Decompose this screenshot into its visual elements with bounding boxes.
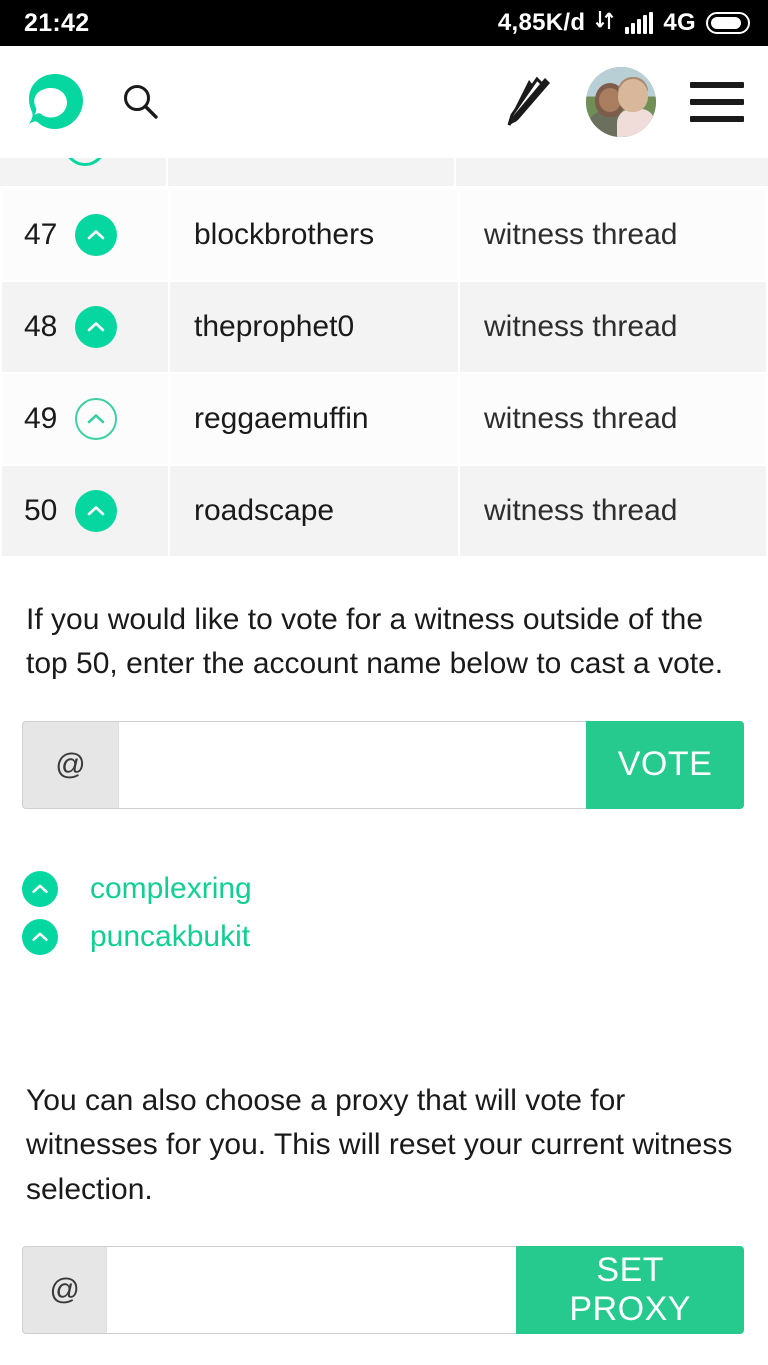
witness-table-body: 47 blockbrothers witness thread 48 thepr… [2,190,766,556]
vote-button[interactable]: VOTE [586,720,744,809]
steemit-logo-icon[interactable] [24,71,86,133]
witness-rank: 47 [24,218,58,251]
witness-thread-link[interactable]: witness thread [484,310,677,343]
set-proxy-button[interactable]: SET PROXY [516,1245,744,1334]
voted-witness-name[interactable]: complexring [90,872,252,906]
upvote-icon[interactable] [75,306,118,348]
witness-thread-link[interactable]: witness thread [484,402,677,435]
table-row[interactable]: 50 roadscape witness thread [2,466,766,556]
data-transfer-icon [595,8,615,39]
upvote-icon[interactable] [75,490,118,532]
list-item[interactable]: puncakbukit [22,913,768,961]
witness-name[interactable]: blockbrothers [194,218,374,251]
proxy-account-input[interactable] [106,1245,517,1334]
table-row[interactable]: 47 blockbrothers witness thread [2,190,766,280]
status-time: 21:42 [24,8,90,37]
witness-name[interactable]: reggaemuffin [194,402,369,435]
witness-rank: 50 [24,494,58,527]
witness-rank: 48 [24,310,58,343]
upvote-icon [64,158,106,166]
witness-table: 47 blockbrothers witness thread 48 thepr… [0,188,768,558]
witness-thread-link[interactable]: witness thread [484,494,677,527]
voted-witness-list: complexring puncakbukit [22,865,768,961]
upvote-icon[interactable] [75,398,118,440]
status-bar: 21:42 4,85K/d 4G [0,0,768,46]
proxy-input-group: @ SET PROXY [22,1245,744,1334]
user-avatar[interactable] [586,67,656,137]
status-indicators: 4,85K/d 4G [498,8,750,39]
network-type-label: 4G [663,9,696,36]
list-item[interactable]: complexring [22,865,768,913]
table-row-partial [0,158,768,188]
upvote-icon[interactable] [22,870,58,907]
table-row[interactable]: 49 reggaemuffin witness thread [2,374,766,464]
app-header [0,46,768,158]
data-speed-label: 4,85K/d [497,9,586,36]
pen-icon[interactable] [504,76,552,128]
vote-input-group: @ VOTE [22,720,744,809]
table-row[interactable]: 48 theprophet0 witness thread [2,282,766,372]
signal-bars-icon [625,12,654,34]
voted-witness-name[interactable]: puncakbukit [90,920,250,954]
proxy-description: You can also choose a proxy that will vo… [26,1083,733,1206]
upvote-icon[interactable] [22,918,58,955]
at-symbol-prefix: @ [22,720,118,809]
at-symbol-prefix: @ [22,1245,107,1334]
upvote-icon[interactable] [75,214,118,256]
witness-rank: 49 [24,402,58,435]
witness-name[interactable]: theprophet0 [194,310,354,343]
hamburger-menu-icon[interactable] [690,82,744,122]
witness-name[interactable]: roadscape [194,494,334,527]
battery-icon [706,12,750,34]
search-icon[interactable] [120,81,162,123]
witness-thread-link[interactable]: witness thread [484,218,677,251]
vote-account-input[interactable] [118,720,586,809]
vote-description: If you would like to vote for a witness … [26,603,724,681]
